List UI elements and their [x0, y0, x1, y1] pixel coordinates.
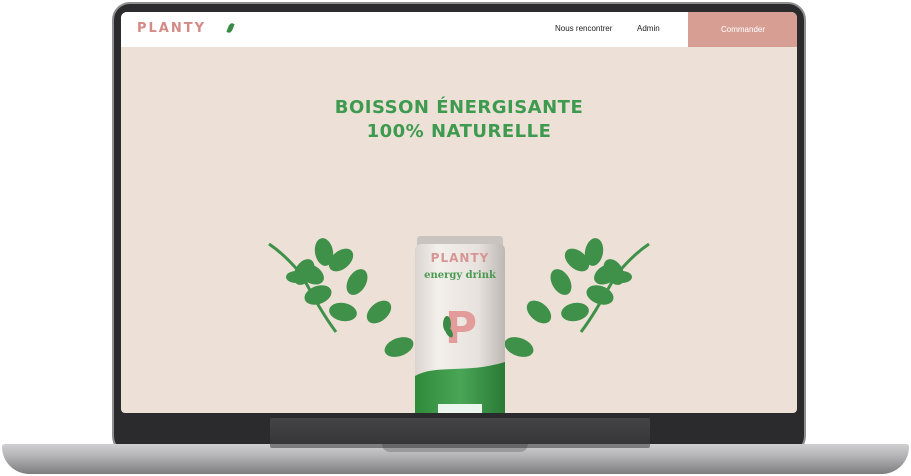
right-leaf-branch: [504, 238, 650, 357]
product-illustration: PLANTY energy drink P: [268, 236, 650, 413]
can-brand-text: PLANTY: [431, 251, 490, 265]
website-screen: PLANTY Nous rencontrer Admin Commander B…: [121, 12, 797, 413]
keyboard-reflection: [270, 418, 650, 448]
can-subtitle-text: energy drink: [424, 270, 497, 281]
left-leaf-branch: [268, 238, 414, 357]
energy-drink-can: PLANTY energy drink P: [415, 236, 505, 413]
